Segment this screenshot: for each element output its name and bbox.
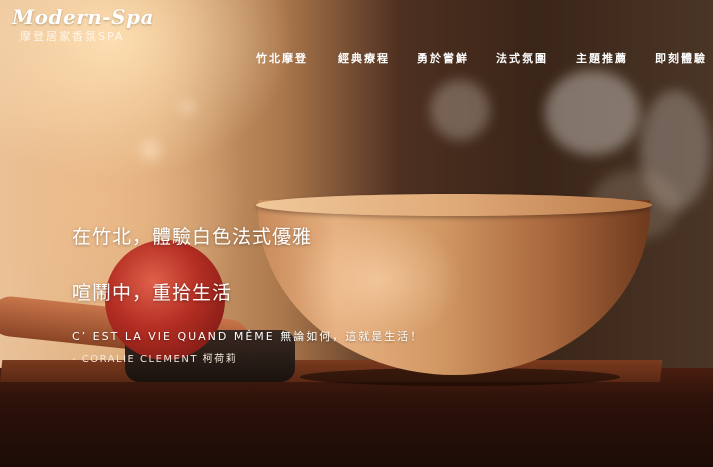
nav-item-zhubei-modern[interactable]: 竹北摩登 bbox=[256, 50, 308, 66]
site-logo[interactable]: Modern-Spa 摩登居家香氛SPA bbox=[12, 6, 154, 44]
logo-script-text: Modern-Spa bbox=[12, 5, 154, 29]
nav-item-try-new[interactable]: 勇於嘗鮮 bbox=[417, 50, 469, 66]
nav-item-themed-picks[interactable]: 主題推薦 bbox=[576, 50, 628, 66]
hero-headline-2: 喧鬧中，重拾生活 bbox=[72, 282, 233, 304]
main-nav: 竹北摩登 經典療程 勇於嘗鮮 法式氛圍 主題推薦 即刻體驗 bbox=[0, 50, 713, 66]
singing-bowl-rim bbox=[256, 194, 652, 216]
hero-quote: C’ EST LA VIE QUAND MÊME 無論如何，這就是生活！ bbox=[72, 330, 424, 343]
hero-headline-1: 在竹北，體驗白色法式優雅 bbox=[72, 226, 313, 248]
bokeh-light bbox=[545, 70, 640, 155]
nav-item-book-now[interactable]: 即刻體驗 bbox=[655, 50, 707, 66]
bokeh-light bbox=[430, 80, 490, 140]
bokeh-light bbox=[140, 140, 160, 160]
singing-bowl bbox=[258, 200, 650, 375]
bokeh-light bbox=[180, 100, 194, 114]
logo-subtitle: 摩登居家香氛SPA bbox=[20, 30, 125, 43]
hero-quote-author: - CORALIE CLEMENT 柯荷莉 bbox=[72, 354, 238, 365]
nav-item-french-ambience[interactable]: 法式氛圍 bbox=[496, 50, 548, 66]
nav-item-classic-treatments[interactable]: 經典療程 bbox=[338, 50, 390, 66]
